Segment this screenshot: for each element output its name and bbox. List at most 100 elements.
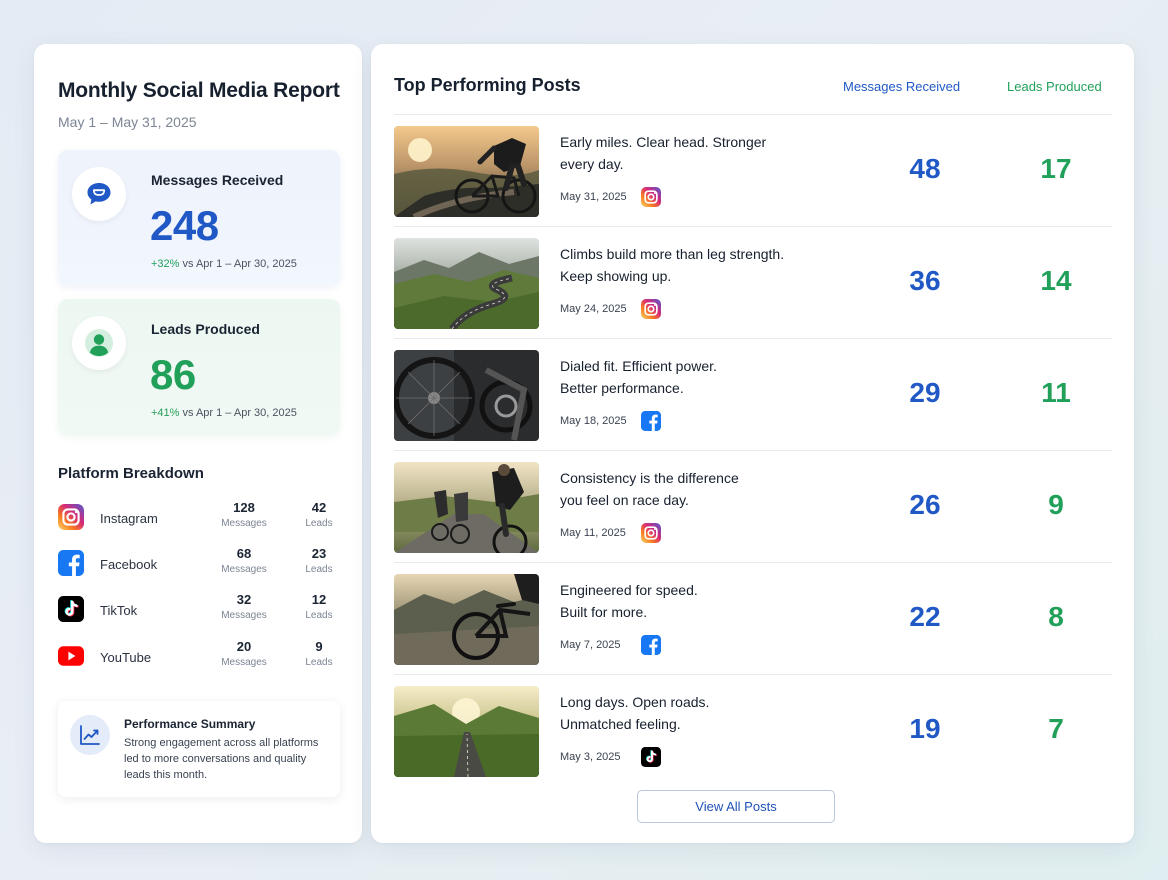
messages-received-label: Messages Received [151, 172, 284, 188]
post-date: May 7, 2025 [560, 639, 621, 651]
messages-received-value: 248 [150, 202, 219, 249]
messages-received-card: Messages Received 248 +32% vs Apr 1 – Ap… [58, 150, 340, 286]
leads-change: +41% vs Apr 1 – Apr 30, 2025 [151, 407, 297, 419]
messages-unit-label: Messages [221, 564, 267, 575]
performance-summary-title: Performance Summary [124, 717, 256, 731]
platform-leads: 23 Leads [294, 546, 344, 578]
tiktok-icon [58, 596, 84, 622]
post-row[interactable]: Dialed fit. Efficient power. Better perfo… [394, 339, 1112, 451]
leads-change-period: vs Apr 1 – Apr 30, 2025 [179, 407, 297, 419]
platform-messages-count: 32 [236, 592, 252, 607]
platform-leads-count: 23 [311, 546, 327, 561]
messages-unit-label: Messages [221, 518, 267, 529]
platform-messages: 20 Messages [212, 639, 276, 671]
user-icon [72, 316, 126, 370]
platform-messages: 128 Messages [212, 500, 276, 532]
post-caption-line: Dialed fit. Efficient power. [560, 358, 717, 374]
post-row[interactable]: Long days. Open roads. Unmatched feeling.… [394, 675, 1112, 787]
post-thumbnail[interactable] [394, 686, 539, 777]
post-date: May 3, 2025 [560, 751, 621, 763]
post-thumbnail[interactable] [394, 462, 539, 553]
platform-row-facebook: Facebook 68 Messages 23 Leads [58, 546, 340, 582]
post-caption[interactable]: Engineered for speed. Built for more. [560, 579, 800, 623]
leads-unit-label: Leads [305, 610, 333, 621]
facebook-icon [641, 635, 661, 655]
post-leads-count: 11 [1041, 377, 1071, 408]
report-title: Monthly Social Media Report [58, 79, 340, 102]
post-thumbnail[interactable] [394, 238, 539, 329]
post-messages-count: 36 [909, 265, 941, 296]
post-leads-count: 9 [1048, 489, 1064, 520]
chat-bubble-icon [72, 167, 126, 221]
trend-chart-icon [70, 715, 110, 755]
post-caption-line: Engineered for speed. [560, 582, 698, 598]
post-messages-count: 48 [909, 153, 941, 184]
top-posts-title: Top Performing Posts [394, 75, 581, 95]
post-caption[interactable]: Dialed fit. Efficient power. Better perfo… [560, 355, 800, 399]
post-caption-line: Keep showing up. [560, 268, 672, 284]
messages-unit-label: Messages [221, 657, 267, 668]
leads-produced-value: 86 [150, 351, 196, 398]
platform-leads-count: 12 [311, 592, 327, 607]
post-caption[interactable]: Early miles. Clear head. Stronger every d… [560, 131, 800, 175]
post-messages-count: 26 [909, 489, 941, 520]
top-posts-panel: Top Performing Posts Messages Received L… [371, 44, 1134, 843]
post-leads-count: 17 [1040, 153, 1072, 184]
post-row[interactable]: Consistency is the difference you feel on… [394, 451, 1112, 563]
leads-produced-label: Leads Produced [151, 321, 260, 337]
tiktok-icon [641, 747, 661, 767]
post-caption-line: Early miles. Clear head. Stronger [560, 134, 767, 150]
post-date: May 24, 2025 [560, 303, 627, 315]
platform-messages-count: 68 [236, 546, 252, 561]
facebook-icon [641, 411, 661, 431]
platform-leads: 42 Leads [294, 500, 344, 532]
messages-unit-label: Messages [221, 610, 267, 621]
post-caption-line: every day. [560, 156, 624, 172]
post-row[interactable]: Climbs build more than leg strength. Keep… [394, 227, 1112, 339]
youtube-icon [58, 643, 84, 669]
platform-messages: 32 Messages [212, 592, 276, 624]
platform-row-instagram: Instagram 128 Messages 42 Leads [58, 500, 340, 536]
platform-name: Facebook [100, 557, 158, 572]
post-messages-count: 29 [909, 377, 941, 408]
platform-breakdown-title: Platform Breakdown [58, 465, 204, 482]
leads-produced-card: Leads Produced 86 +41% vs Apr 1 – Apr 30… [58, 299, 340, 435]
post-caption-line: Built for more. [560, 604, 648, 620]
post-caption[interactable]: Consistency is the difference you feel on… [560, 467, 800, 511]
post-caption-line: Better performance. [560, 380, 684, 396]
post-caption[interactable]: Long days. Open roads. Unmatched feeling. [560, 691, 800, 735]
leads-unit-label: Leads [305, 657, 333, 668]
instagram-icon [641, 299, 661, 319]
post-leads-count: 7 [1048, 713, 1064, 744]
post-caption-line: Consistency is the difference [560, 470, 739, 486]
post-thumbnail[interactable] [394, 126, 539, 217]
platform-row-tiktok: TikTok 32 Messages 12 Leads [58, 592, 340, 628]
platform-name: Instagram [100, 511, 158, 526]
platform-messages: 68 Messages [212, 546, 276, 578]
facebook-icon [58, 550, 84, 576]
platform-leads: 12 Leads [294, 592, 344, 624]
column-header-leads[interactable]: Leads Produced [1007, 79, 1102, 94]
platform-messages-count: 20 [236, 639, 252, 654]
view-all-posts-button[interactable]: View All Posts [637, 790, 835, 823]
post-messages-count: 22 [909, 601, 941, 632]
platform-row-youtube: YouTube 20 Messages 9 Leads [58, 639, 340, 675]
leads-unit-label: Leads [305, 518, 333, 529]
post-leads-count: 14 [1040, 265, 1072, 296]
post-caption-line: you feel on race day. [560, 492, 689, 508]
leads-change-pct: +41% [151, 407, 180, 419]
post-leads-count: 8 [1048, 601, 1064, 632]
post-thumbnail[interactable] [394, 574, 539, 665]
post-caption[interactable]: Climbs build more than leg strength. Keep… [560, 243, 800, 287]
report-date-range: May 1 – May 31, 2025 [58, 114, 197, 130]
column-header-messages[interactable]: Messages Received [843, 79, 960, 94]
post-row[interactable]: Early miles. Clear head. Stronger every d… [394, 115, 1112, 227]
post-date: May 31, 2025 [560, 191, 627, 203]
instagram-icon [641, 523, 661, 543]
post-date: May 18, 2025 [560, 415, 627, 427]
post-thumbnail[interactable] [394, 350, 539, 441]
performance-summary-text: Strong engagement across all platforms l… [124, 737, 319, 781]
post-caption-line: Unmatched feeling. [560, 716, 681, 732]
instagram-icon [58, 504, 84, 530]
post-row[interactable]: Engineered for speed. Built for more. May… [394, 563, 1112, 675]
